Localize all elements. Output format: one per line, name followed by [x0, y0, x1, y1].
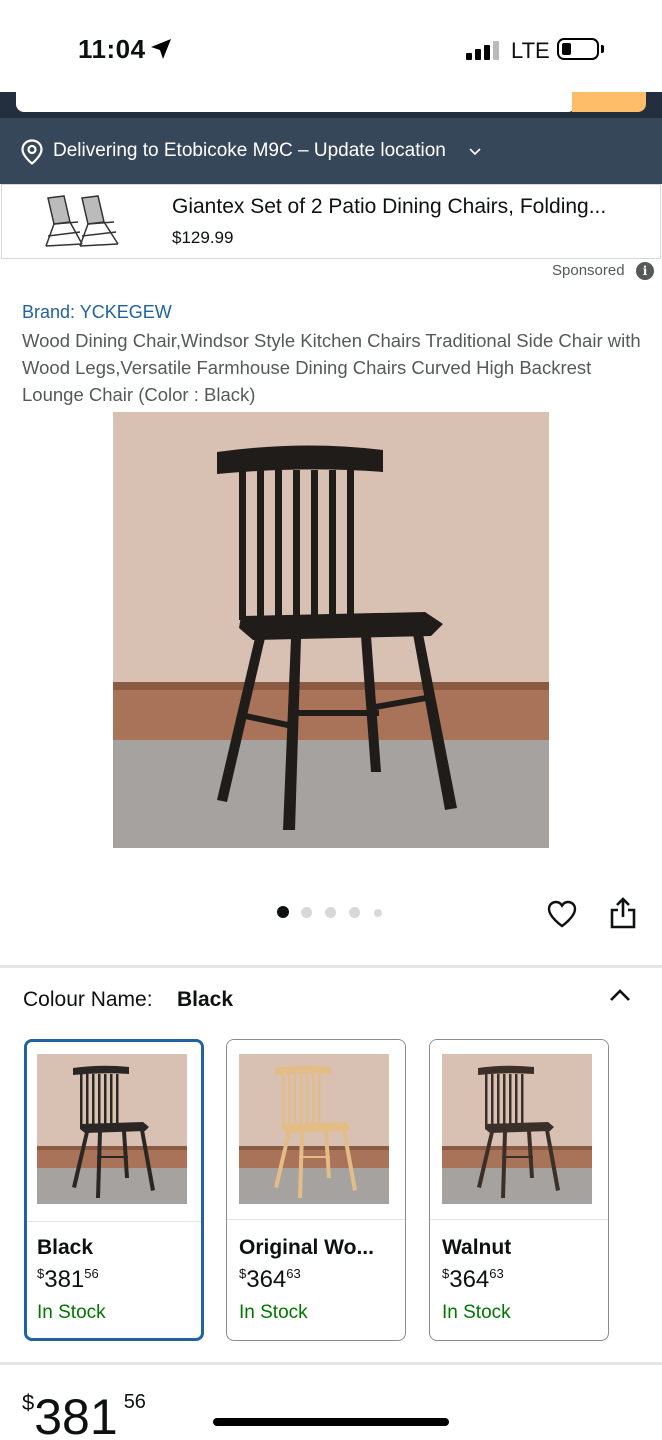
- location-pin-icon: [21, 139, 43, 165]
- colour-option-black[interactable]: Black $38156 In Stock: [24, 1039, 204, 1341]
- swatch-price: $38156: [37, 1266, 99, 1293]
- colour-option-original-wood[interactable]: Original Wo... $36463 In Stock: [226, 1039, 406, 1341]
- carousel-dot[interactable]: [277, 906, 289, 918]
- colour-selected-value: Black: [177, 988, 234, 1011]
- brand-link[interactable]: Brand: YCKEGEW: [22, 302, 172, 323]
- chevron-up-icon[interactable]: [608, 986, 632, 1004]
- carousel-dot[interactable]: [374, 909, 382, 917]
- section-divider: [0, 965, 662, 968]
- product-price: $381 56: [22, 1389, 146, 1440]
- status-bar: 11:04 LTE: [0, 0, 662, 92]
- product-title: Wood Dining Chair,Windsor Style Kitchen …: [22, 330, 641, 405]
- swatch-name: Walnut: [442, 1236, 512, 1259]
- swatch-stock-status: In Stock: [37, 1302, 106, 1323]
- swatch-thumb-area: [27, 1042, 201, 1222]
- chevron-down-icon[interactable]: [468, 146, 482, 158]
- colour-option-walnut[interactable]: Walnut $36463 In Stock: [429, 1039, 609, 1341]
- swatch-thumb-area: [227, 1040, 405, 1220]
- status-time: 11:04: [78, 34, 146, 64]
- home-indicator[interactable]: [213, 1418, 449, 1426]
- location-arrow-icon: [151, 39, 171, 59]
- delivery-location-text[interactable]: Delivering to Etobicoke M9C – Update loc…: [53, 140, 446, 162]
- network-type: LTE: [511, 38, 550, 63]
- search-button[interactable]: [572, 92, 646, 112]
- swatch-price: $36463: [442, 1266, 504, 1293]
- battery-icon: [557, 38, 599, 60]
- share-icon[interactable]: [609, 896, 637, 930]
- carousel-dot[interactable]: [325, 907, 336, 918]
- info-icon[interactable]: i: [636, 262, 654, 280]
- carousel-dot[interactable]: [301, 907, 312, 918]
- ad-product-image[interactable]: [42, 192, 128, 250]
- section-divider: [0, 1362, 662, 1365]
- signal-icon: [466, 40, 502, 60]
- swatch-image: [37, 1054, 187, 1204]
- swatch-name: Original Wo...: [239, 1236, 374, 1259]
- search-input[interactable]: [16, 92, 576, 112]
- swatch-image: [239, 1054, 389, 1204]
- carousel-dot[interactable]: [349, 907, 360, 918]
- swatch-price: $36463: [239, 1266, 301, 1293]
- main-product-image[interactable]: [113, 412, 549, 848]
- colour-label: Colour Name:: [23, 988, 153, 1011]
- ad-product-title[interactable]: Giantex Set of 2 Patio Dining Chairs, Fo…: [172, 195, 606, 219]
- heart-icon[interactable]: [546, 898, 578, 930]
- ad-product-price: $129.99: [172, 228, 234, 247]
- swatch-stock-status: In Stock: [442, 1302, 511, 1323]
- swatch-image: [442, 1054, 592, 1204]
- sponsored-label: Sponsored: [552, 262, 625, 279]
- battery-tip: [601, 45, 604, 53]
- swatch-name: Black: [37, 1236, 94, 1259]
- swatch-thumb-area: [430, 1040, 608, 1220]
- swatch-stock-status: In Stock: [239, 1302, 308, 1323]
